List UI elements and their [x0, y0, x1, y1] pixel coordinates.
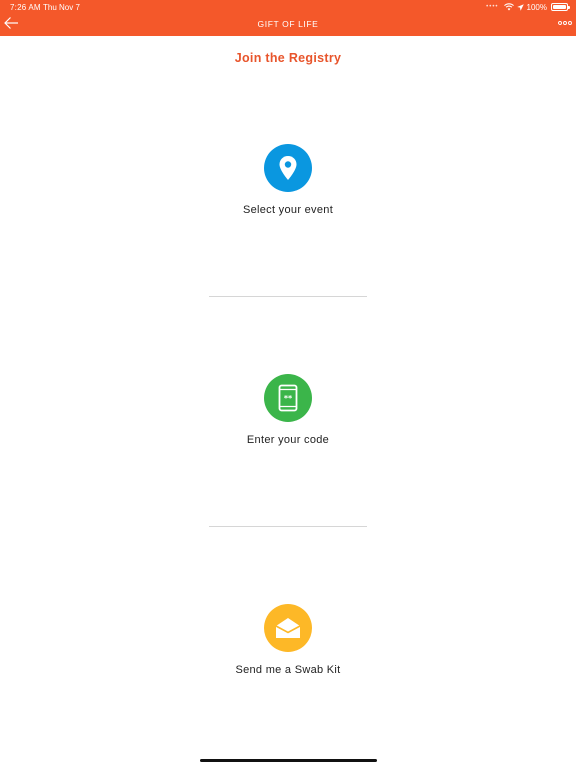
status-date: Thu Nov 7	[43, 3, 80, 12]
location-arrow-icon	[516, 3, 524, 11]
status-indicators: •••• 100%	[486, 2, 570, 12]
svg-text:**: **	[284, 394, 293, 403]
swab-kit-label: Send me a Swab Kit	[235, 664, 341, 676]
home-indicator[interactable]	[200, 759, 377, 762]
location-pin-icon	[279, 156, 297, 180]
select-event-label: Select your event	[242, 204, 334, 216]
select-event-icon-circle	[264, 144, 312, 192]
status-time: 7:26 AM	[10, 3, 41, 12]
battery-percent: 100%	[526, 2, 547, 12]
phone-code-icon: **	[278, 384, 298, 412]
select-event-option[interactable]: Select your event	[188, 144, 388, 216]
divider	[209, 296, 367, 297]
page-title: Join the Registry	[234, 51, 342, 65]
battery-icon	[551, 3, 570, 11]
swab-kit-icon-circle	[264, 604, 312, 652]
swab-kit-option[interactable]: Send me a Swab Kit	[188, 604, 388, 676]
battery-fill	[553, 5, 566, 9]
signal-icon: ••••	[486, 4, 499, 10]
app-title: GIFT OF LIFE	[257, 19, 319, 29]
enter-code-label: Enter your code	[246, 434, 330, 446]
more-options-icon[interactable]	[558, 19, 572, 27]
app-header: 7:26 AM Thu Nov 7 •••• 100% GIFT OF LIFE	[0, 0, 576, 36]
enter-code-icon-circle: **	[264, 374, 312, 422]
enter-code-option[interactable]: ** Enter your code	[188, 374, 388, 446]
envelope-icon	[275, 618, 301, 638]
wifi-icon	[503, 3, 514, 11]
divider	[209, 526, 367, 527]
